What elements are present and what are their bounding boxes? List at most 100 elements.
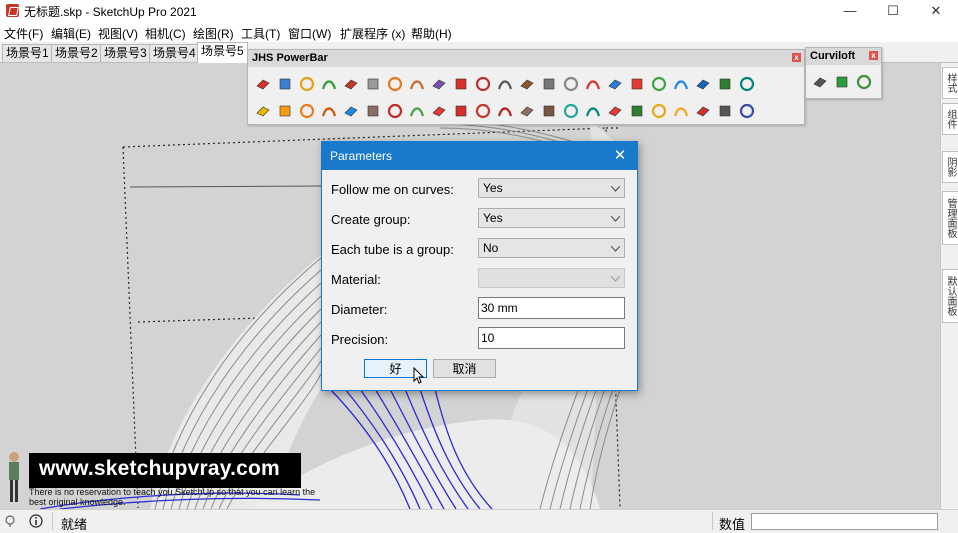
curviloft-tool-icon[interactable]: [853, 71, 875, 93]
jhs-powerbar-close-icon[interactable]: x: [792, 53, 801, 62]
powerbar-tool-icon[interactable]: [692, 73, 714, 95]
powerbar-tool-icon[interactable]: [582, 100, 604, 122]
measurements-box[interactable]: [751, 513, 938, 530]
powerbar-tool-icon[interactable]: [362, 73, 384, 95]
powerbar-tool-icon[interactable]: [604, 73, 626, 95]
menu-bar: 文件(F) 编辑(E) 视图(V) 相机(C) 绘图(R) 工具(T) 窗口(W…: [0, 22, 958, 42]
follow-me-select[interactable]: Yes: [478, 178, 625, 198]
status-text: 就绪: [61, 517, 88, 532]
curviloft-tool-icon[interactable]: [809, 71, 831, 93]
powerbar-tool-icon[interactable]: [714, 100, 736, 122]
chevron-down-icon: [611, 186, 620, 192]
curviloft-close-icon[interactable]: x: [869, 51, 878, 60]
powerbar-tool-icon[interactable]: [516, 100, 538, 122]
powerbar-tool-icon[interactable]: [406, 100, 428, 122]
powerbar-tool-icon[interactable]: [318, 100, 340, 122]
powerbar-tool-icon[interactable]: [296, 73, 318, 95]
powerbar-tool-icon[interactable]: [428, 73, 450, 95]
tray-tab-default[interactable]: 默认面板: [942, 269, 958, 323]
geolocation-icon[interactable]: [4, 515, 16, 527]
powerbar-tool-icon[interactable]: [450, 100, 472, 122]
powerbar-tool-icon[interactable]: [692, 100, 714, 122]
powerbar-tool-icon[interactable]: [582, 73, 604, 95]
menu-view[interactable]: 视图(V): [98, 25, 138, 42]
parameters-dialog: Parameters ✕ Follow me on curves: Yes Cr…: [321, 141, 638, 391]
tray-tab-styles[interactable]: 样式: [942, 67, 958, 99]
powerbar-tool-icon[interactable]: [626, 100, 648, 122]
jhs-powerbar-title[interactable]: JHS PowerBar: [248, 50, 804, 67]
close-window-button[interactable]: ✕: [918, 0, 954, 22]
menu-file[interactable]: 文件(F): [4, 25, 43, 42]
scene-tab-3[interactable]: 场景号3: [100, 44, 151, 62]
mouse-cursor-icon: [413, 367, 425, 384]
powerbar-tool-icon[interactable]: [384, 73, 406, 95]
status-divider: [52, 512, 53, 530]
tray-tab-manage[interactable]: 管理面板: [942, 191, 958, 245]
material-label: Material:: [331, 272, 381, 287]
follow-me-value: Yes: [483, 181, 503, 195]
powerbar-tool-icon[interactable]: [252, 100, 274, 122]
curviloft-tool-icon[interactable]: [831, 71, 853, 93]
menu-tools[interactable]: 工具(T): [241, 25, 280, 42]
maximize-button[interactable]: ☐: [875, 0, 911, 22]
each-tube-group-select[interactable]: No: [478, 238, 625, 258]
dialog-title-bar[interactable]: Parameters ✕: [322, 142, 637, 170]
powerbar-tool-icon[interactable]: [472, 100, 494, 122]
menu-help[interactable]: 帮助(H): [411, 25, 452, 42]
diameter-input[interactable]: 30 mm: [478, 297, 625, 319]
powerbar-tool-icon[interactable]: [406, 73, 428, 95]
scene-tab-4[interactable]: 场景号4: [149, 44, 200, 62]
powerbar-tool-icon[interactable]: [362, 100, 384, 122]
info-icon[interactable]: [29, 514, 43, 528]
powerbar-tool-icon[interactable]: [472, 73, 494, 95]
powerbar-tool-icon[interactable]: [494, 100, 516, 122]
scene-tab-2[interactable]: 场景号2: [51, 44, 102, 62]
powerbar-tool-icon[interactable]: [428, 100, 450, 122]
powerbar-tool-icon[interactable]: [626, 73, 648, 95]
menu-window[interactable]: 窗口(W): [288, 25, 331, 42]
powerbar-tool-icon[interactable]: [494, 73, 516, 95]
powerbar-tool-icon[interactable]: [714, 73, 736, 95]
powerbar-tool-icon[interactable]: [450, 73, 472, 95]
powerbar-tool-icon[interactable]: [252, 73, 274, 95]
powerbar-tool-icon[interactable]: [274, 73, 296, 95]
powerbar-tool-icon[interactable]: [648, 73, 670, 95]
menu-extensions[interactable]: 扩展程序 (x): [340, 25, 405, 42]
powerbar-tool-icon[interactable]: [604, 100, 626, 122]
powerbar-tool-icon[interactable]: [560, 73, 582, 95]
powerbar-tool-icon[interactable]: [340, 73, 362, 95]
precision-input[interactable]: 10: [478, 327, 625, 349]
powerbar-tool-icon[interactable]: [560, 100, 582, 122]
measurements-label: 数值: [719, 517, 746, 532]
powerbar-tool-icon[interactable]: [538, 73, 560, 95]
tray-tab-components[interactable]: 组件: [942, 103, 958, 135]
create-group-select[interactable]: Yes: [478, 208, 625, 228]
powerbar-tool-icon[interactable]: [296, 100, 318, 122]
material-select[interactable]: [478, 268, 625, 288]
powerbar-tool-icon[interactable]: [670, 100, 692, 122]
powerbar-tool-icon[interactable]: [670, 73, 692, 95]
cancel-button[interactable]: 取消: [433, 359, 496, 378]
scene-tab-1[interactable]: 场景号1: [2, 44, 53, 62]
tray-tab-shadows[interactable]: 阴影: [942, 151, 958, 183]
powerbar-tool-icon[interactable]: [516, 73, 538, 95]
powerbar-tool-icon[interactable]: [318, 73, 340, 95]
powerbar-tool-icon[interactable]: [648, 100, 670, 122]
scene-tab-5[interactable]: 场景号5: [197, 42, 248, 63]
curviloft-toolbar: Curviloft x: [805, 47, 882, 99]
powerbar-tool-icon[interactable]: [340, 100, 362, 122]
dialog-close-button[interactable]: ✕: [610, 146, 630, 166]
window-title: 无标题.skp - SketchUp Pro 2021: [24, 5, 197, 19]
create-group-label: Create group:: [331, 212, 411, 227]
minimize-button[interactable]: —: [832, 0, 868, 22]
powerbar-tool-icon[interactable]: [384, 100, 406, 122]
powerbar-tool-icon[interactable]: [736, 73, 758, 95]
precision-label: Precision:: [331, 332, 389, 347]
menu-edit[interactable]: 编辑(E): [51, 25, 91, 42]
menu-draw[interactable]: 绘图(R): [193, 25, 234, 42]
powerbar-tool-icon[interactable]: [538, 100, 560, 122]
teacher-figure-icon: [9, 452, 19, 502]
powerbar-tool-icon[interactable]: [274, 100, 296, 122]
powerbar-tool-icon[interactable]: [736, 100, 758, 122]
menu-camera[interactable]: 相机(C): [145, 25, 186, 42]
